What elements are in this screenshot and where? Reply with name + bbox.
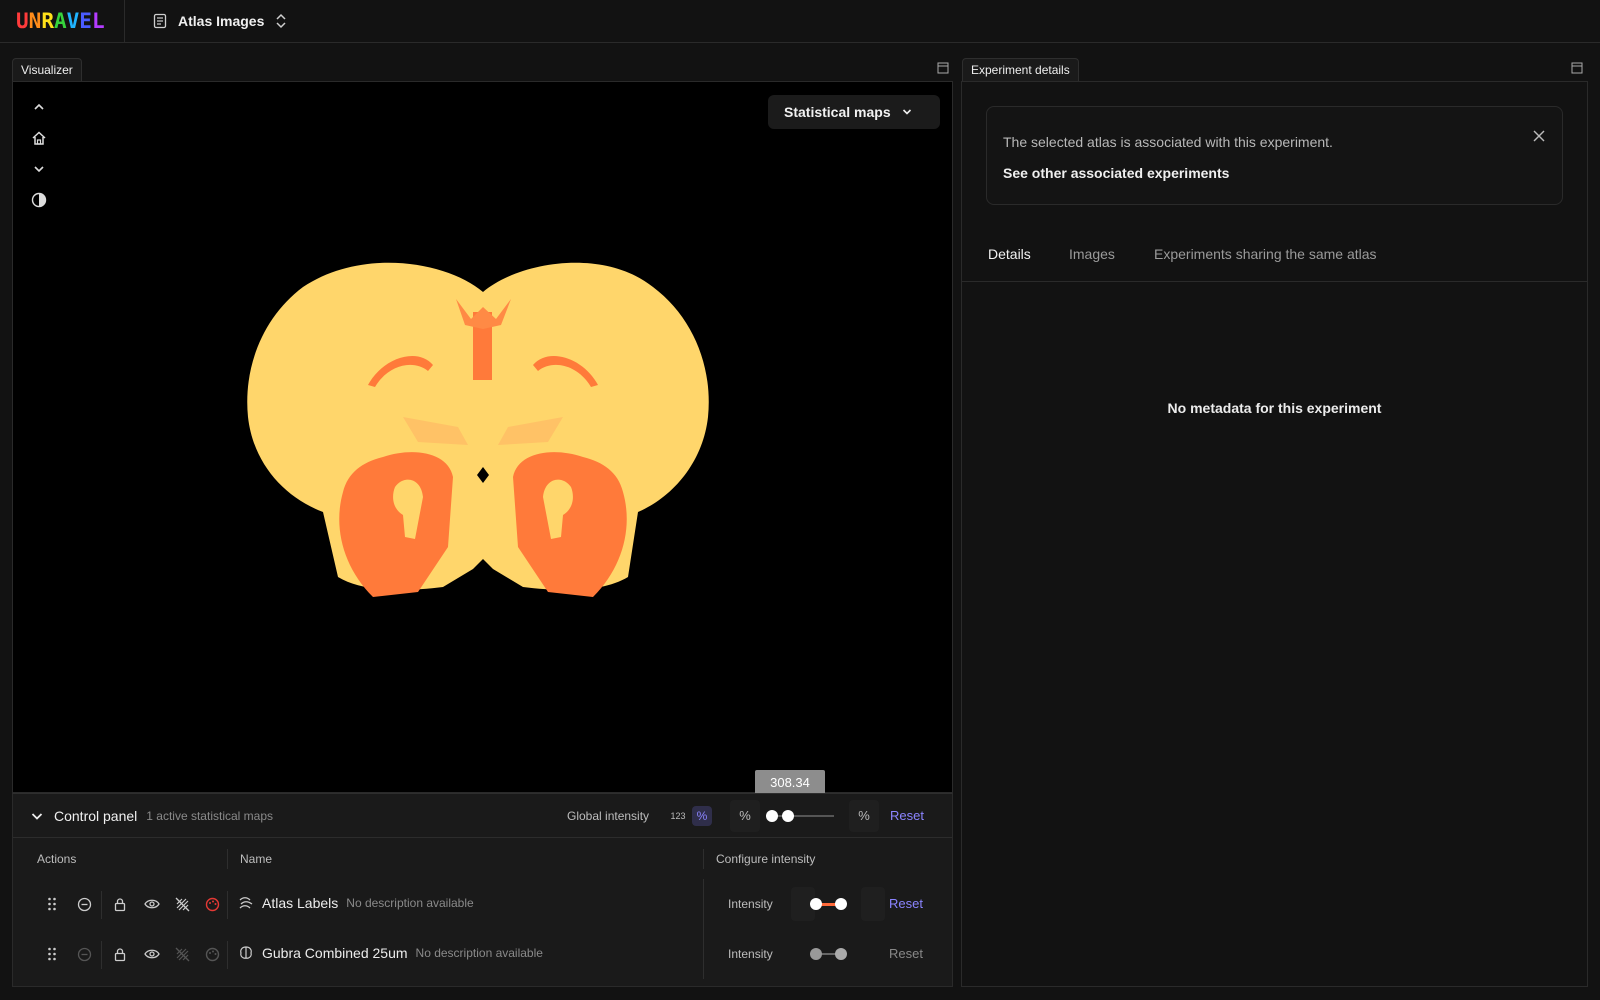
intensity-mode-toggle[interactable]: 123 %	[664, 803, 715, 829]
map-name: Atlas Labels	[262, 895, 339, 911]
lock-icon[interactable]	[111, 895, 129, 913]
labels-icon	[239, 897, 253, 909]
outline-off-icon[interactable]	[173, 895, 191, 913]
column-name: Name	[240, 852, 273, 866]
actions-divider	[101, 941, 102, 969]
project-name: Atlas Images	[178, 13, 265, 29]
intensity-label: Intensity	[728, 897, 773, 911]
logo-letter: R	[41, 9, 54, 33]
statistical-maps-label: Statistical maps	[784, 104, 891, 120]
tab-images[interactable]: Images	[1069, 246, 1115, 262]
experiment-details-panel: The selected atlas is associated with th…	[961, 81, 1588, 987]
map-name: Gubra Combined 25um	[262, 945, 408, 961]
empty-metadata-message: No metadata for this experiment	[1167, 400, 1382, 416]
palette-icon	[203, 945, 221, 963]
tab-visualizer[interactable]: Visualizer	[12, 58, 82, 81]
remove-icon[interactable]	[75, 895, 93, 913]
column-actions: Actions	[37, 852, 77, 866]
logo-letter: V	[66, 9, 80, 33]
map-name-cell: Atlas Labels No description available	[238, 895, 474, 911]
chevron-down-icon	[902, 109, 911, 115]
column-divider	[227, 941, 228, 969]
min-percent-field[interactable]: %	[730, 800, 760, 832]
control-panel-header: Control panel 1 active statistical maps …	[13, 794, 952, 838]
project-selector[interactable]: Atlas Images	[152, 12, 288, 30]
eye-icon[interactable]	[143, 945, 161, 963]
max-percent-field[interactable]: %	[849, 800, 879, 832]
remove-icon	[75, 945, 93, 963]
lock-icon[interactable]	[111, 945, 129, 963]
visualizer-canvas[interactable]: Statistical maps	[12, 81, 953, 793]
unravel-logo[interactable]: UNRAVEL	[0, 0, 125, 43]
tab-experiments-sharing-atlas[interactable]: Experiments sharing the same atlas	[1154, 246, 1377, 262]
tab-details[interactable]: Details	[988, 246, 1031, 262]
row-max-handle	[835, 948, 847, 960]
control-panel-title[interactable]: Control panel	[54, 808, 137, 824]
logo-letter: U	[16, 9, 29, 33]
chevron-down-icon[interactable]	[30, 160, 48, 178]
table-row: Atlas Labels No description available In…	[13, 879, 952, 929]
global-max-handle[interactable]	[782, 810, 794, 822]
raw-mode-button[interactable]: 123	[668, 806, 688, 826]
notice-text: The selected atlas is associated with th…	[1003, 134, 1333, 150]
tab-experiment-details[interactable]: Experiment details	[962, 58, 1079, 81]
row-min-handle	[810, 948, 822, 960]
viewer-toolbar	[30, 98, 48, 209]
document-icon	[153, 13, 167, 29]
row-min-handle[interactable]	[810, 898, 822, 910]
global-intensity-label: Global intensity	[567, 809, 650, 823]
maps-table-header: Actions Name Configure intensity	[13, 839, 952, 879]
brain-icon	[240, 946, 252, 959]
active-maps-count: 1 active statistical maps	[146, 808, 273, 823]
column-divider	[703, 929, 704, 979]
column-divider	[227, 891, 228, 919]
column-divider	[703, 879, 704, 929]
chevron-up-icon[interactable]	[30, 98, 48, 116]
logo-letter: L	[91, 9, 105, 33]
brain-section-image	[247, 262, 709, 597]
intensity-label: Intensity	[728, 947, 773, 961]
chevron-down-icon[interactable]	[30, 809, 44, 823]
chevron-up-down-icon	[276, 13, 286, 29]
home-icon[interactable]	[30, 129, 48, 147]
row-max-field[interactable]	[861, 887, 885, 921]
atlas-notice: The selected atlas is associated with th…	[986, 106, 1563, 205]
maximize-panel-icon[interactable]	[1571, 62, 1583, 74]
actions-divider	[101, 891, 102, 919]
outline-off-icon	[173, 945, 191, 963]
logo-letter: E	[79, 9, 92, 33]
statistical-maps-dropdown[interactable]: Statistical maps	[768, 95, 940, 129]
eye-icon[interactable]	[143, 895, 161, 913]
global-min-handle[interactable]	[766, 810, 778, 822]
top-bar: UNRAVEL Atlas Images	[0, 0, 1600, 43]
global-reset-button[interactable]: Reset	[890, 808, 924, 823]
drag-handle-icon[interactable]	[43, 945, 61, 963]
row-reset-button[interactable]: Reset	[889, 896, 923, 911]
map-description: No description available	[346, 896, 474, 910]
logo-letter: A	[53, 9, 67, 33]
maximize-panel-icon[interactable]	[937, 62, 949, 74]
column-configure-intensity: Configure intensity	[716, 852, 816, 866]
percent-mode-button[interactable]: %	[692, 806, 712, 826]
details-tabs: Details Images Experiments sharing the s…	[962, 232, 1587, 282]
see-associated-experiments-link[interactable]: See other associated experiments	[1003, 165, 1229, 181]
palette-icon[interactable]	[203, 895, 221, 913]
row-reset-button: Reset	[889, 946, 923, 961]
contrast-icon[interactable]	[30, 191, 48, 209]
logo-letter: N	[28, 9, 42, 33]
map-name-cell: Gubra Combined 25um No description avail…	[238, 945, 543, 961]
drag-handle-icon[interactable]	[43, 895, 61, 913]
column-divider	[227, 849, 228, 869]
close-icon[interactable]	[1532, 129, 1546, 143]
table-row: Gubra Combined 25um No description avail…	[13, 929, 952, 979]
row-max-handle[interactable]	[835, 898, 847, 910]
map-description: No description available	[415, 946, 543, 960]
control-panel: Control panel 1 active statistical maps …	[12, 793, 953, 987]
column-divider	[703, 849, 704, 869]
